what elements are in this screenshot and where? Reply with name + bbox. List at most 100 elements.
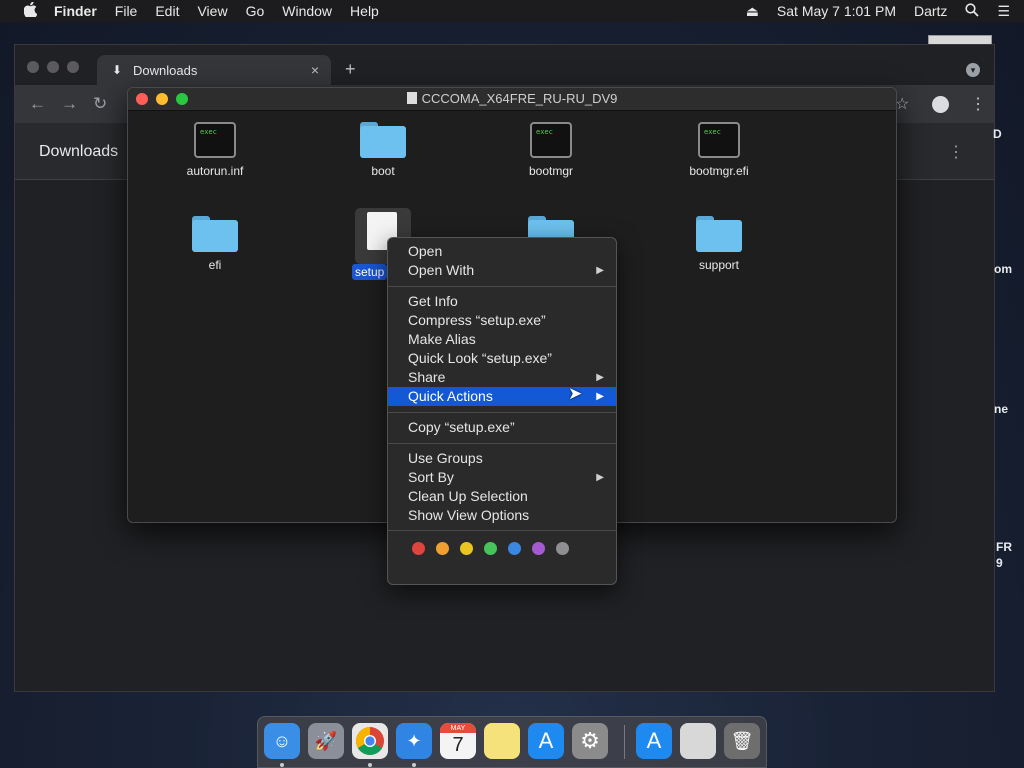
file-label: boot bbox=[371, 164, 395, 178]
zoom-window-button[interactable] bbox=[67, 61, 79, 73]
partial-text: ne bbox=[994, 402, 1009, 416]
exec-file-icon: exec bbox=[698, 122, 740, 158]
document-icon[interactable] bbox=[680, 723, 716, 759]
chrome-icon[interactable] bbox=[352, 723, 388, 759]
search-icon[interactable] bbox=[965, 2, 980, 20]
folder-support[interactable]: support bbox=[659, 216, 779, 272]
menu-help[interactable]: Help bbox=[350, 3, 379, 19]
menu-separator bbox=[388, 412, 616, 413]
partial-text: FR bbox=[996, 540, 1012, 554]
new-tab-button[interactable]: + bbox=[345, 59, 356, 80]
menu-item-compress[interactable]: Compress “setup.exe” bbox=[388, 311, 616, 330]
exec-file-icon: exec bbox=[194, 122, 236, 158]
eject-icon[interactable]: ⏏ bbox=[746, 3, 759, 20]
downloads-stack-icon[interactable]: A bbox=[636, 723, 672, 759]
folder-efi[interactable]: efi bbox=[155, 216, 275, 272]
file-label: bootmgr bbox=[528, 164, 574, 178]
tag-gray[interactable] bbox=[556, 542, 569, 555]
app-store-icon[interactable]: A bbox=[528, 723, 564, 759]
submenu-arrow-icon: ▶ bbox=[596, 472, 604, 483]
menu-clock[interactable]: Sat May 7 1:01 PM bbox=[777, 3, 896, 19]
menu-separator bbox=[388, 286, 616, 287]
tag-red[interactable] bbox=[412, 542, 425, 555]
back-arrow-icon[interactable]: ← bbox=[29, 94, 46, 114]
dock-divider bbox=[624, 725, 625, 759]
menu-item-show-view-options[interactable]: Show View Options bbox=[388, 506, 616, 525]
downloads-menu-icon[interactable]: ⋮ bbox=[948, 142, 964, 162]
menu-separator bbox=[388, 443, 616, 444]
file-label: autorun.inf bbox=[186, 164, 244, 178]
page-title: Downloads bbox=[39, 143, 119, 160]
menu-item-use-groups[interactable]: Use Groups bbox=[388, 449, 616, 468]
tag-yellow[interactable] bbox=[460, 542, 473, 555]
menu-file[interactable]: File bbox=[115, 3, 138, 19]
folder-icon bbox=[192, 216, 238, 252]
finder-icon[interactable]: ☺ bbox=[264, 723, 300, 759]
running-indicator bbox=[412, 763, 416, 767]
file-label: support bbox=[698, 258, 740, 272]
menu-item-copy[interactable]: Copy “setup.exe” bbox=[388, 418, 616, 437]
close-window-button[interactable] bbox=[27, 61, 39, 73]
selected-file-label[interactable]: setup bbox=[352, 264, 388, 280]
exec-file-icon: exec bbox=[530, 122, 572, 158]
folder-icon bbox=[696, 216, 742, 252]
reload-icon[interactable]: ↻ bbox=[93, 94, 107, 114]
forward-arrow-icon[interactable]: → bbox=[61, 94, 78, 114]
partial-text: D bbox=[993, 127, 1002, 141]
chrome-menu-icon[interactable]: ⋮ bbox=[970, 94, 986, 114]
partial-text: 9 bbox=[996, 556, 1003, 570]
menu-edit[interactable]: Edit bbox=[155, 3, 179, 19]
menu-user[interactable]: Dartz bbox=[914, 3, 947, 19]
partial-text: om bbox=[994, 262, 1012, 276]
tag-orange[interactable] bbox=[436, 542, 449, 555]
launchpad-icon[interactable]: 🚀 bbox=[308, 723, 344, 759]
menu-item-open-with[interactable]: Open With ▶ bbox=[388, 261, 616, 280]
file-bootmgr-efi[interactable]: exec bootmgr.efi bbox=[659, 122, 779, 178]
menu-item-make-alias[interactable]: Make Alias bbox=[388, 330, 616, 349]
file-autorun-inf[interactable]: exec autorun.inf bbox=[155, 122, 275, 178]
menu-item-quick-look[interactable]: Quick Look “setup.exe” bbox=[388, 349, 616, 368]
running-indicator bbox=[368, 763, 372, 767]
calendar-icon[interactable]: MAY 7 bbox=[440, 723, 476, 759]
menu-go[interactable]: Go bbox=[246, 3, 265, 19]
minimize-window-button[interactable] bbox=[47, 61, 59, 73]
running-indicator bbox=[280, 763, 284, 767]
tag-green[interactable] bbox=[484, 542, 497, 555]
trash-icon[interactable]: 🗑 bbox=[724, 723, 760, 759]
finder-title: CCCOMA_X64FRE_RU-RU_DV9 bbox=[128, 91, 896, 106]
menu-window[interactable]: Window bbox=[282, 3, 332, 19]
safari-icon[interactable]: ✦ bbox=[396, 723, 432, 759]
file-bootmgr[interactable]: exec bootmgr bbox=[491, 122, 611, 178]
gear-icon[interactable]: ⚙ bbox=[572, 723, 608, 759]
tag-blue[interactable] bbox=[508, 542, 521, 555]
menu-item-sort-by[interactable]: Sort By ▶ bbox=[388, 468, 616, 487]
menu-item-open[interactable]: Open bbox=[388, 242, 616, 261]
menu-view[interactable]: View bbox=[197, 3, 227, 19]
tag-purple[interactable] bbox=[532, 542, 545, 555]
submenu-arrow-icon: ▶ bbox=[596, 391, 604, 402]
close-tab-icon[interactable]: × bbox=[311, 62, 319, 78]
menu-bar: Finder File Edit View Go Window Help ⏏ S… bbox=[0, 0, 1024, 22]
menu-finder[interactable]: Finder bbox=[54, 3, 97, 19]
tab-title: Downloads bbox=[133, 62, 198, 78]
finder-titlebar[interactable]: CCCOMA_X64FRE_RU-RU_DV9 bbox=[128, 88, 896, 111]
notes-icon[interactable] bbox=[484, 723, 520, 759]
menu-item-get-info[interactable]: Get Info bbox=[388, 292, 616, 311]
folder-boot[interactable]: boot bbox=[323, 122, 443, 178]
apple-menu-icon[interactable] bbox=[20, 1, 40, 21]
context-menu: Open Open With ▶ Get Info Compress “setup… bbox=[387, 237, 617, 585]
folder-icon bbox=[360, 122, 406, 158]
tag-colors bbox=[412, 542, 580, 555]
tab-search-icon[interactable]: ▾ bbox=[966, 63, 980, 77]
tab-downloads[interactable]: ⬇ Downloads × bbox=[97, 55, 331, 85]
list-icon[interactable]: ☰ bbox=[997, 3, 1010, 20]
submenu-arrow-icon: ▶ bbox=[596, 372, 604, 383]
menu-item-clean-up-selection[interactable]: Clean Up Selection bbox=[388, 487, 616, 506]
tab-strip: ⬇ Downloads × + ▾ bbox=[15, 45, 994, 85]
bookmark-star-icon[interactable]: ☆ bbox=[895, 94, 909, 114]
window-title-text: CCCOMA_X64FRE_RU-RU_DV9 bbox=[421, 91, 618, 106]
profile-avatar-icon[interactable] bbox=[932, 96, 949, 113]
menu-separator bbox=[388, 530, 616, 531]
submenu-arrow-icon: ▶ bbox=[596, 265, 604, 276]
dock: ☺ 🚀 ✦ MAY 7 A ⚙ A 🗑 bbox=[257, 716, 767, 768]
